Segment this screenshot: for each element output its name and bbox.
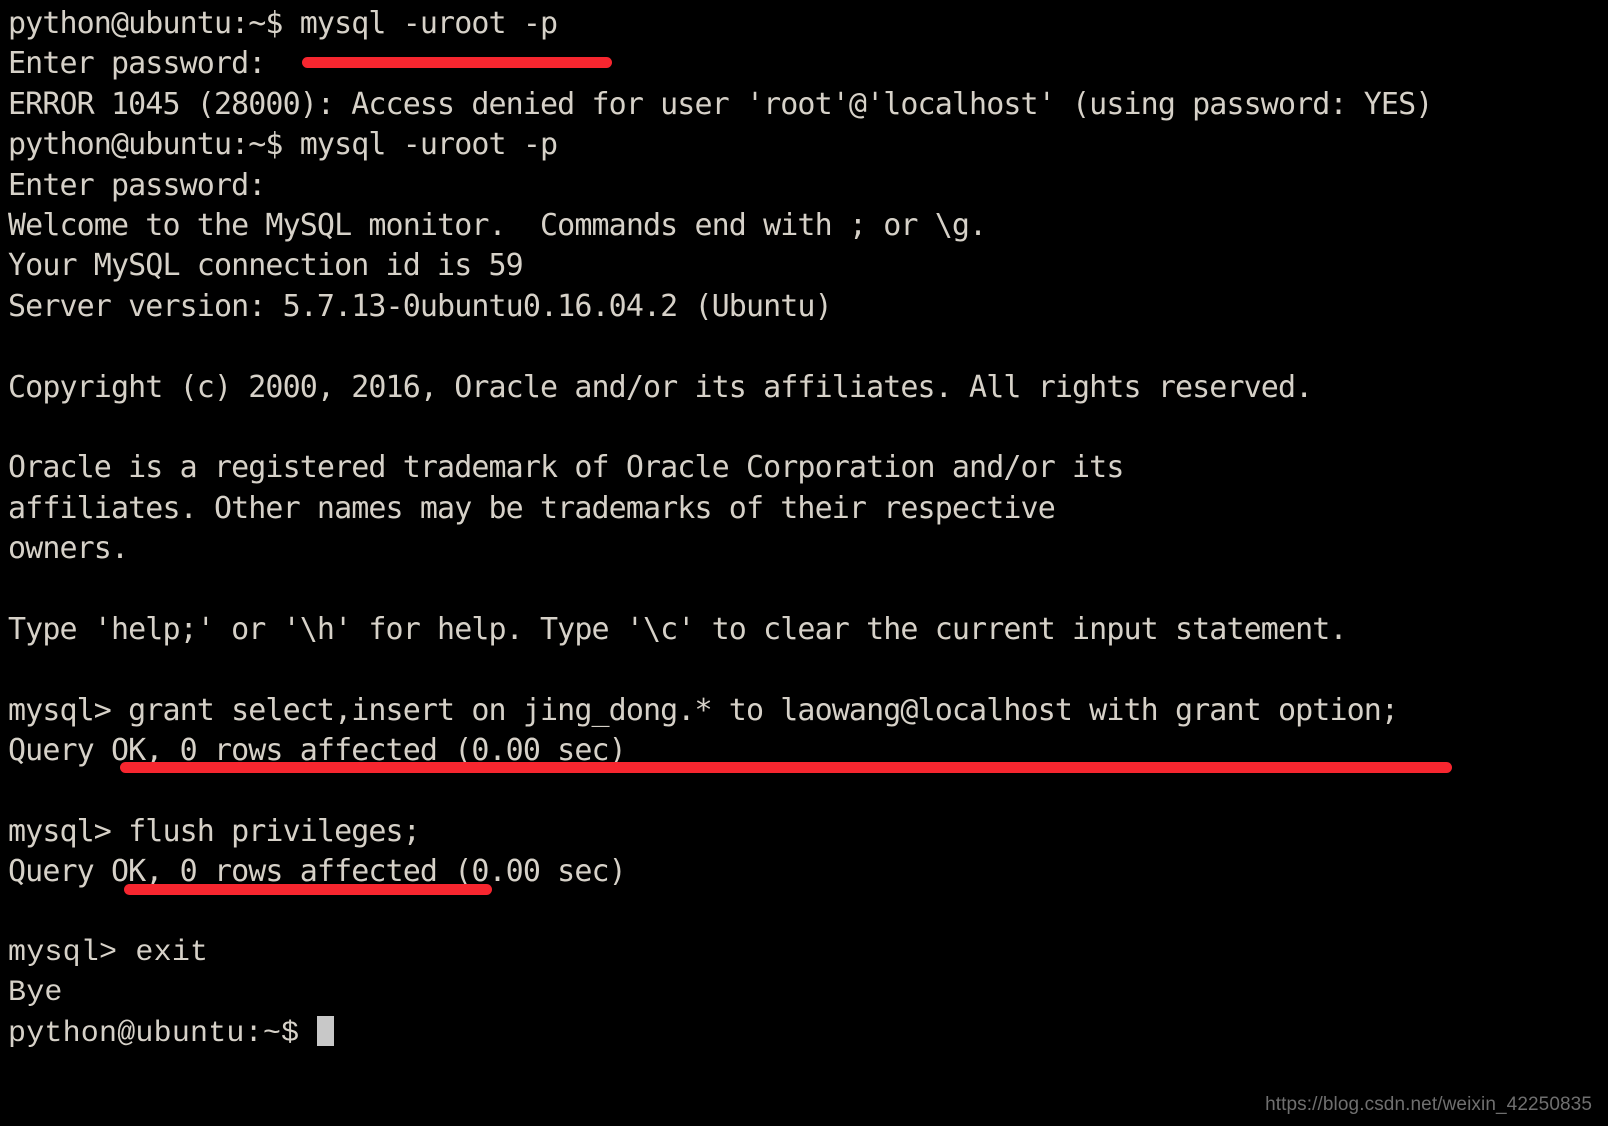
terminal-line: ERROR 1045 (28000): Access denied for us… — [8, 86, 1433, 122]
flush-privileges-underline-mark — [124, 884, 492, 895]
terminal-line: Bye — [8, 976, 63, 1011]
watermark-url: https://blog.csdn.net/weixin_42250835 — [1265, 1094, 1592, 1115]
shell-prompt: python@ubuntu:~$ — [8, 1016, 318, 1051]
terminal-line: owners. — [8, 531, 129, 567]
terminal-line: Enter password: — [8, 46, 266, 82]
terminal-line: python@ubuntu:~$ mysql -uroot -p — [8, 6, 558, 41]
terminal-line: Enter password: — [8, 167, 266, 203]
terminal-line: Type 'help;' or '\h' for help. Type '\c'… — [8, 611, 1348, 647]
terminal-prompt-line[interactable]: python@ubuntu:~$ — [8, 1014, 1608, 1054]
terminal-line: python@ubuntu:~$ mysql -uroot -p — [8, 127, 558, 163]
block-cursor-icon — [317, 1015, 335, 1046]
terminal-line: Server version: 5.7.13-0ubuntu0.16.04.2 … — [8, 288, 833, 324]
terminal-line-flush-privileges: mysql> flush privileges; — [8, 813, 421, 849]
terminal-line: Oracle is a registered trademark of Orac… — [8, 450, 1124, 486]
password-redaction-mark — [302, 57, 612, 68]
terminal-line: affiliates. Other names may be trademark… — [8, 490, 1056, 526]
terminal-line: Welcome to the MySQL monitor. Commands e… — [8, 207, 987, 243]
terminal-window[interactable]: python@ubuntu:~$ mysql -uroot -p Enter p… — [0, 0, 1608, 1126]
grant-statement-underline-mark — [120, 762, 1452, 773]
terminal-line: Your MySQL connection id is 59 — [8, 248, 524, 284]
terminal-line-exit-command: mysql> exit — [8, 935, 209, 970]
terminal-output: python@ubuntu:~$ mysql -uroot -p Enter p… — [8, 4, 1608, 1054]
terminal-line: Copyright (c) 2000, 2016, Oracle and/or … — [8, 369, 1313, 405]
terminal-line-grant-statement: mysql> grant select,insert on jing_dong.… — [8, 692, 1399, 728]
